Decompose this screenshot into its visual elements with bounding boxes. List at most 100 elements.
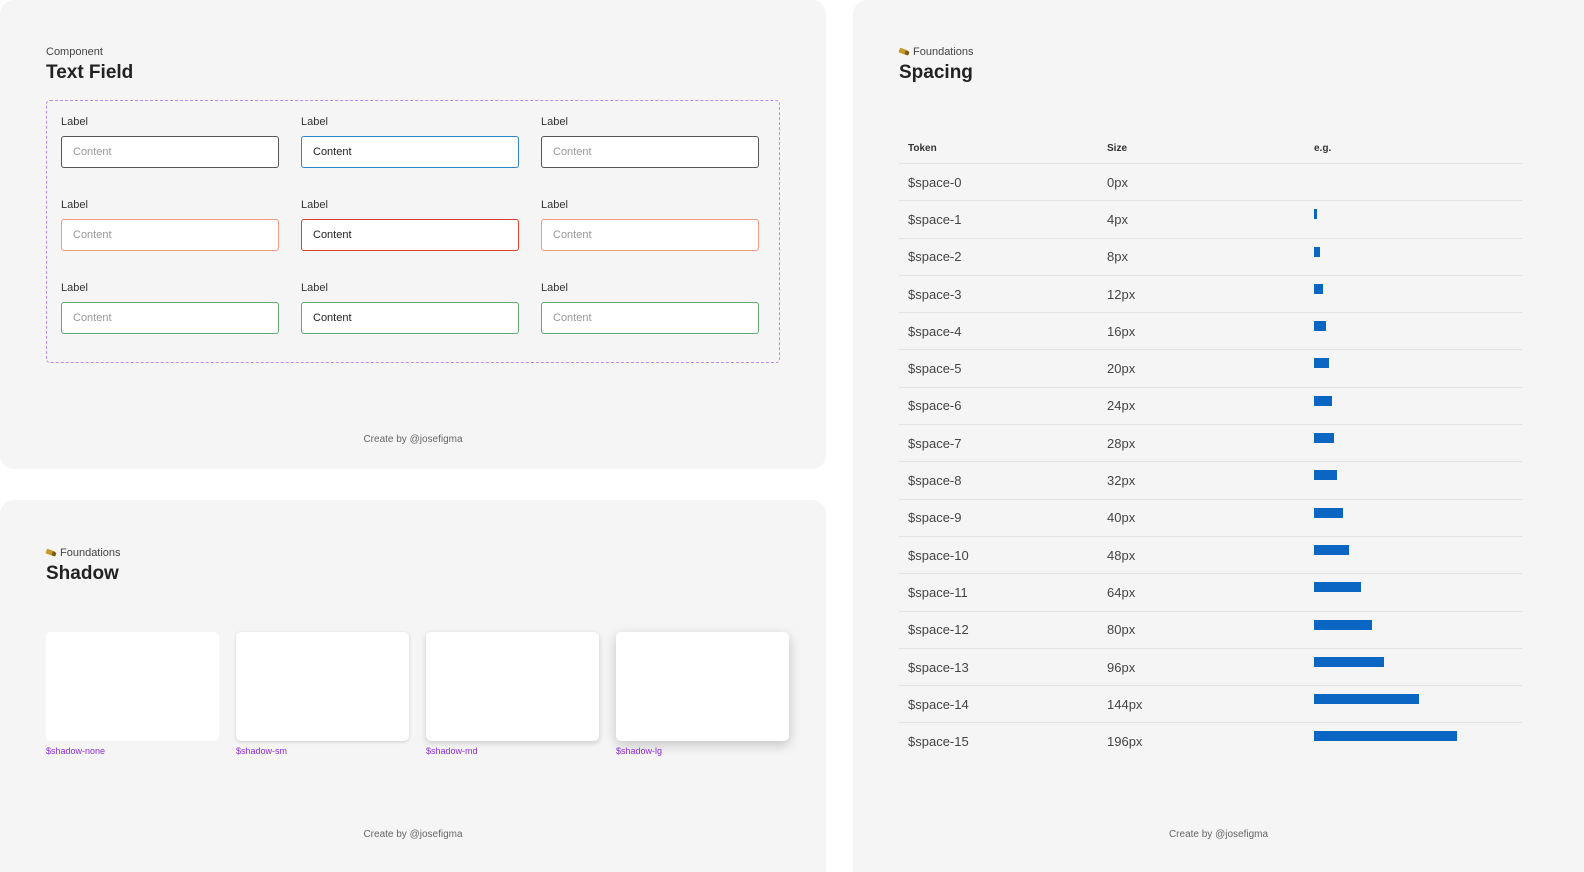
column-header-example: e.g.: [1314, 143, 1332, 154]
table-row: $space-13 96px: [899, 649, 1522, 687]
text-field: Label: [301, 115, 519, 168]
example-cell: [1314, 537, 1522, 573]
table-row: $space-12 80px: [899, 612, 1522, 649]
text-field-input[interactable]: [301, 136, 519, 168]
text-field-input[interactable]: [541, 219, 759, 251]
credit-footer: Create by @josefigma: [363, 829, 463, 840]
text-field: Label: [61, 281, 279, 334]
eyebrow-text: Foundations: [913, 46, 974, 58]
table-row: $space-5 20px: [899, 350, 1522, 388]
spacing-bar: [1314, 470, 1338, 481]
spacing-bar: [1314, 395, 1332, 406]
text-field-label: Label: [61, 199, 88, 211]
spacing-bar: [1314, 358, 1329, 369]
size-cell: 40px: [1107, 510, 1136, 526]
table-row: $space-3 12px: [899, 276, 1522, 314]
example-cell: [1314, 723, 1522, 759]
table-header: Token Size e.g.: [899, 134, 1522, 164]
spacing-bar: [1314, 694, 1420, 705]
panel-eyebrow: Foundations: [46, 547, 121, 559]
text-field: Label: [61, 198, 279, 251]
text-field-panel: Component Text Field Create by @josefigm…: [0, 0, 826, 469]
token-cell: $space-12: [908, 622, 969, 638]
example-cell: [1314, 649, 1522, 685]
shadow-label: $shadow-lg: [616, 746, 663, 756]
panel-eyebrow: Component: [46, 46, 103, 58]
example-cell: [1314, 686, 1522, 722]
token-cell: $space-3: [908, 286, 962, 302]
size-cell: 144px: [1107, 696, 1143, 712]
example-cell: [1314, 462, 1522, 498]
text-field: Label: [541, 115, 759, 168]
example-cell: [1314, 350, 1522, 386]
shadow-label: $shadow-md: [426, 746, 478, 756]
table-row: $space-0 0px: [899, 164, 1522, 202]
example-cell: [1314, 425, 1522, 461]
token-cell: $space-2: [908, 249, 962, 265]
example-cell: [1314, 388, 1522, 424]
size-cell: 4px: [1107, 211, 1128, 227]
column-header-token: Token: [908, 143, 937, 154]
spacing-table: Token Size e.g. $space-0 0px $space-1 4px $s…: [899, 134, 1522, 760]
example-cell: [1314, 612, 1522, 648]
token-cell: $space-5: [908, 361, 962, 377]
text-field-label: Label: [541, 116, 568, 128]
text-field-input[interactable]: [61, 136, 279, 168]
text-field-input[interactable]: [301, 302, 519, 334]
text-field: Label: [301, 281, 519, 334]
token-cell: $space-8: [908, 473, 962, 489]
panel-eyebrow: Foundations: [899, 46, 974, 58]
text-field: Label: [301, 198, 519, 251]
spacing-bar: [1314, 209, 1317, 220]
text-field-input[interactable]: [541, 302, 759, 334]
spacing-bar: [1314, 283, 1323, 294]
spacing-bar: [1314, 619, 1373, 630]
table-row: $space-10 48px: [899, 537, 1522, 575]
text-field-label: Label: [301, 282, 328, 294]
table-row: $space-8 32px: [899, 462, 1522, 500]
size-cell: 8px: [1107, 249, 1128, 265]
text-field-label: Label: [61, 282, 88, 294]
size-cell: 48px: [1107, 547, 1136, 563]
size-cell: 28px: [1107, 435, 1136, 451]
shadow-panel: Foundations Shadow $shadow-none $shadow-…: [0, 500, 826, 872]
table-row: $space-7 28px: [899, 425, 1522, 463]
credit-footer: Create by @josefigma: [363, 434, 463, 445]
spacing-bar: [1314, 582, 1361, 593]
token-cell: $space-15: [908, 734, 969, 750]
spacing-bar: [1314, 731, 1458, 742]
size-cell: 24px: [1107, 398, 1136, 414]
page-title: Text Field: [46, 62, 134, 83]
token-cell: $space-11: [908, 584, 968, 600]
size-cell: 0px: [1107, 174, 1128, 190]
eyebrow-text: Foundations: [60, 547, 121, 559]
spacing-bar: [1314, 656, 1385, 667]
table-row: $space-4 16px: [899, 313, 1522, 351]
size-cell: 96px: [1107, 659, 1136, 675]
size-cell: 64px: [1107, 584, 1136, 600]
text-field-input[interactable]: [61, 219, 279, 251]
text-field-label: Label: [541, 199, 568, 211]
token-cell: $space-14: [908, 696, 969, 712]
table-row: $space-15 196px: [899, 723, 1522, 759]
page-title: Shadow: [46, 563, 119, 584]
shadow-card-sm: [236, 632, 409, 741]
token-cell: $space-13: [908, 659, 969, 675]
text-field-label: Label: [61, 116, 88, 128]
pencil-icon: [899, 48, 909, 56]
text-field-input[interactable]: [541, 136, 759, 168]
token-cell: $space-7: [908, 435, 962, 451]
table-row: $space-6 24px: [899, 388, 1522, 426]
shadow-card-none: [46, 632, 219, 741]
size-cell: 20px: [1107, 361, 1136, 377]
text-field-label: Label: [541, 282, 568, 294]
example-cell: [1314, 164, 1522, 200]
text-field-input[interactable]: [61, 302, 279, 334]
text-field-input[interactable]: [301, 219, 519, 251]
text-field-label: Label: [301, 199, 328, 211]
size-cell: 12px: [1107, 286, 1136, 302]
example-cell: [1314, 239, 1522, 275]
table-row: $space-14 144px: [899, 686, 1522, 724]
size-cell: 196px: [1107, 734, 1143, 750]
text-field: Label: [61, 115, 279, 168]
